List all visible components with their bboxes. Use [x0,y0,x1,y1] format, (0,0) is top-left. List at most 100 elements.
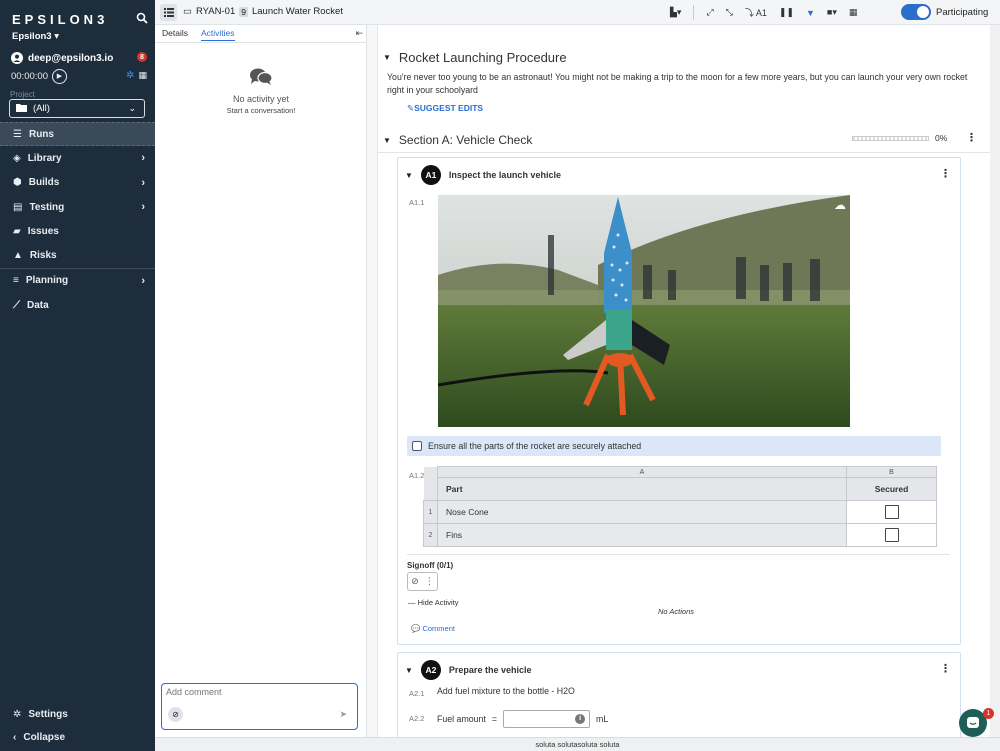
folder-icon [16,103,27,115]
info-icon: i [575,714,586,724]
org-switcher[interactable]: Epsilon3 ▾ [12,31,59,42]
suggest-edits-link[interactable]: ✎SUGGEST EDITS [407,103,483,114]
expand-icon[interactable]: ⤢ [706,7,713,18]
checkbox[interactable] [412,441,422,451]
send-icon[interactable]: ➤ [339,709,347,720]
testing-icon: ▤ [13,201,23,213]
panel-tabs: Details Activities ⇤ [155,25,367,43]
more-vertical-icon[interactable]: ⋮ [425,576,434,587]
nav-risks[interactable]: ▲ Risks [0,243,155,267]
project-select[interactable]: (All) ⌄ [9,99,145,118]
planning-icon: ≡ [13,275,19,287]
list-view-button[interactable] [160,4,177,21]
step-title: Prepare the vehicle [448,665,532,675]
grid-icon[interactable]: ▦ [138,70,147,81]
collapse-all-icon[interactable]: ⤡ [726,7,733,18]
pause-icon[interactable]: ❚❚ [779,7,794,18]
tab-details[interactable]: Details [162,28,188,38]
chevron-right-icon: › [141,274,145,287]
app-logo[interactable]: EPSILON3 [12,12,108,27]
empty-state: No activity yet Start a conversation! [155,67,367,115]
row-number: 2 [423,523,438,547]
caret-down-icon[interactable]: ▼ [405,171,413,180]
nav-library[interactable]: ◈ Library › [0,146,155,170]
sidebar-footer: ✲ Settings ‹ Collapse [0,703,155,749]
nav-planning[interactable]: ≡ Planning › [0,269,155,293]
secured-checkbox[interactable] [884,528,899,542]
table-row: 2 Fins [423,523,937,547]
project-label: Project [10,90,35,99]
cloud-download-icon[interactable]: ☁ [834,198,846,212]
timer: 00:00:00 ▶ ✲ ▦ [11,68,147,84]
step-title: Inspect the launch vehicle [448,170,561,180]
section-progress-bar [852,136,929,141]
signoff-controls: ⊘ ⋮ [407,572,438,591]
caret-down-icon[interactable]: ▼ [405,666,413,675]
collapse-icon: ‹ [13,732,17,743]
nav-collapse[interactable]: ‹ Collapse [0,726,155,749]
caret-down-icon[interactable]: ▼ [383,136,391,145]
table-cell: Fins [437,523,847,547]
no-actions-text: No Actions [658,607,694,616]
chevron-right-icon: › [141,152,145,165]
nav-runs[interactable]: ☰ Runs [0,122,155,147]
fuel-amount-input[interactable]: i [503,710,591,728]
section-progress-pct: 0% [935,133,948,143]
checkbox-label: Ensure all the parts of the rocket are s… [428,441,642,451]
filter-icon[interactable]: ▼ [806,8,815,18]
view-mode-icon[interactable]: ■▾ [827,7,837,18]
table-header: Secured [846,477,937,501]
table-header: Part [437,477,847,501]
nav-settings[interactable]: ✲ Settings [0,703,155,726]
instruction-text: Add fuel mixture to the bottle - H2O [437,686,575,696]
run-number: 9 [239,6,248,17]
nav-issues[interactable]: ▰ Issues [0,219,155,243]
grid-icon[interactable]: ▦ [849,7,858,18]
caret-down-icon[interactable]: ▼ [383,53,391,62]
procedure-content: ▼ Rocket Launching Procedure You're neve… [378,25,990,737]
paperclip-icon[interactable]: ⊘ [168,707,183,722]
top-toolbar: ▭ RYAN-01 9 Launch Water Rocket ▙▾ ⤢ ⤡ ⤵… [155,0,1000,25]
secured-checkbox[interactable] [884,505,899,519]
participating-toggle[interactable] [901,4,931,20]
user-icon [11,52,23,64]
procedure-title: Rocket Launching Procedure [398,50,567,65]
jump-to-step-button[interactable]: ⤵ A1 [745,6,767,19]
comment-link[interactable]: 💬 Comment [411,624,455,633]
nav-testing[interactable]: ▤ Testing › [0,195,155,219]
more-vertical-icon[interactable]: ⋮ [940,167,951,180]
substep-label: A2.1 [409,689,425,698]
column-letter: B [846,466,937,478]
substep-label: A1.1 [409,198,425,207]
sidebar: EPSILON3 Epsilon3 ▾ deep@epsilon3.io 8 0… [0,0,155,751]
main-nav: ☰ Runs ◈ Library › ⬢ Builds › ▤ Testing … [0,122,155,317]
arrow-left-icon[interactable]: ⇤ [355,28,363,39]
step-header: ▼ A1 Inspect the launch vehicle [405,165,561,185]
nav-data[interactable]: ⟋ Data [0,293,155,317]
fuel-amount-row: Fuel amount = i mL [437,710,608,728]
comment-input[interactable] [166,687,351,697]
toolbar-actions: ▙▾ ⤢ ⤡ ⤵ A1 ❚❚ ▼ ■▾ ▦ [670,5,857,20]
chevron-right-icon: › [141,176,145,189]
notification-badge[interactable]: 8 [137,52,147,62]
export-icon[interactable]: ▙▾ [670,7,681,18]
nav-builds[interactable]: ⬢ Builds › [0,171,155,195]
scrollbar[interactable] [990,25,1000,737]
empty-title: No activity yet [232,94,290,104]
search-icon[interactable] [136,12,148,24]
check-circle-icon[interactable]: ⊘ [411,576,419,587]
hide-activity-link[interactable]: — Hide Activity [408,598,458,607]
more-vertical-icon[interactable]: ⋮ [940,662,951,675]
tab-activities[interactable]: Activities [201,28,235,41]
more-vertical-icon[interactable]: ⋮ [966,131,977,144]
warning-icon: ▲ [13,250,23,262]
user-menu[interactable]: deep@epsilon3.io 8 [11,51,147,65]
chevron-right-icon: › [141,201,145,214]
gear-icon: ✲ [13,709,22,720]
play-icon[interactable]: ▶ [51,68,67,84]
signoff-label: Signoff (0/1) [407,561,454,570]
activity-panel: Details Activities ⇤ No activity yet Sta… [155,25,367,737]
panel-resizer[interactable] [367,25,378,737]
gear-icon[interactable]: ✲ [126,70,134,81]
checkbox-row[interactable]: Ensure all the parts of the rocket are s… [407,436,941,456]
